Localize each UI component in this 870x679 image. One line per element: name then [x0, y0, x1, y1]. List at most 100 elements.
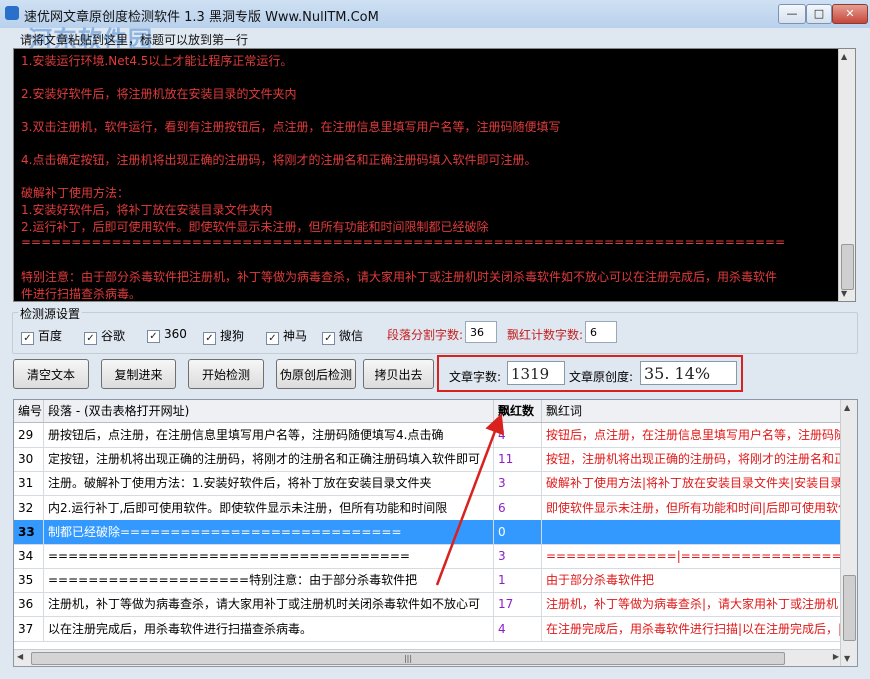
cell-paragraph: 以在注册完成后，用杀毒软件进行扫描查杀病毒。 — [44, 616, 494, 641]
scroll-right-icon[interactable]: ▶ — [833, 652, 839, 661]
checkmark-icon: ✓ — [203, 332, 216, 345]
console-line: 1.安装好软件后，将补丁放在安装目录文件夹内 — [21, 203, 273, 217]
checkbox-shenma[interactable]: ✓ 神马 — [266, 327, 307, 345]
cell-paragraph: 内2.运行补丁,后即可使用软件。即使软件显示未注册，但所有功能和时间限 — [44, 495, 494, 520]
cell-paragraph: ==================================== — [44, 544, 494, 568]
close-button[interactable]: ✕ — [832, 4, 868, 24]
cell-id: 35 — [14, 568, 44, 593]
table-v-scrollbar[interactable]: ▲ ▼ — [840, 400, 857, 666]
results-table[interactable]: 编号 段落 - (双击表格打开网址) 飘红数 飘红词 29 册按钮后，点注册，在注… — [13, 399, 858, 667]
cell-paragraph: 注册。破解补丁使用方法：1.安装好软件后，将补丁放在安装目录文件夹 — [44, 471, 494, 496]
scroll-up-icon[interactable]: ▲ — [841, 52, 847, 61]
console-line: 3.双击注册机，软件运行，看到有注册按钮后，点注册，在注册信息里填写用户名等，注… — [21, 120, 561, 134]
cell-paragraph: ====================特别注意：由于部分杀毒软件把 — [44, 568, 494, 593]
cell-id: 29 — [14, 423, 44, 447]
cell-red-count: 4 — [494, 616, 542, 641]
checkmark-icon: ✓ — [84, 332, 97, 345]
title-bar: 速优网文章原创度检测软件 1.3 黑洞专版 Www.NullTM.CoM 河东软… — [0, 0, 870, 54]
cell-red-words: =============|=================|= — [542, 544, 842, 568]
checkmark-icon: ✓ — [266, 332, 279, 345]
console-line: 件进行扫描查杀病毒。 — [21, 287, 142, 301]
checkmark-icon: ✓ — [322, 332, 335, 345]
cell-id: 30 — [14, 447, 44, 472]
word-count-label: 文章字数: — [449, 370, 502, 384]
cell-paragraph: 定按钮，注册机将出现正确的注册码，将刚才的注册名和正确注册码填入软件即可 — [44, 447, 494, 472]
cell-red-words: 注册机，补丁等做为病毒查杀|，请大家用补丁或注册机 — [542, 592, 842, 617]
header-id[interactable]: 编号 — [14, 400, 44, 422]
scroll-down-icon[interactable]: ▼ — [841, 289, 847, 298]
minimize-button[interactable]: — — [778, 4, 806, 24]
checkbox-360[interactable]: ✓ 360 — [147, 327, 187, 343]
cell-id: 34 — [14, 544, 44, 568]
paste-tip: 请将文章粘贴到这里，标题可以放到第一行 — [20, 33, 249, 47]
console-line: 2.安装好软件后，将注册机放在安装目录的文件夹内 — [21, 87, 297, 101]
table-row[interactable]: 29 册按钮后，点注册，在注册信息里填写用户名等，注册码随便填写4.点击确 4 按钮后… — [14, 423, 842, 448]
table-row[interactable]: 34 ==================================== 3 =… — [14, 544, 842, 569]
table-row[interactable]: 35 ====================特别注意：由于部分杀毒软件把 1 由于部… — [14, 568, 842, 594]
checkmark-icon: ✓ — [21, 332, 34, 345]
v-scroll-thumb[interactable] — [843, 575, 856, 641]
red-count-input[interactable]: 6 — [585, 321, 617, 343]
app-icon — [5, 6, 19, 20]
table-row[interactable]: 32 内2.运行补丁,后即可使用软件。即使软件显示未注册，但所有功能和时间限 6 即使… — [14, 495, 842, 521]
console-line: 破解补丁使用方法： — [21, 186, 130, 200]
table-row[interactable]: 30 定按钮，注册机将出现正确的注册码，将刚才的注册名和正确注册码填入软件即可 11… — [14, 447, 842, 473]
table-row[interactable]: 33 制都已经破除============================ 0 — [14, 519, 842, 545]
scroll-left-icon[interactable]: ◀ — [17, 652, 23, 661]
cell-red-count: 0 — [494, 519, 542, 544]
cell-id: 32 — [14, 495, 44, 520]
article-textarea[interactable]: 1.安装运行环境.Net4.5以上才能让程序正常运行。 2.安装好软件后，将注册… — [13, 48, 856, 302]
header-red-words[interactable]: 飘红词 — [542, 400, 842, 422]
console-scrollbar[interactable]: ▲ ▼ — [838, 49, 855, 301]
scroll-down-icon[interactable]: ▼ — [844, 654, 850, 663]
console-line: ========================================… — [21, 235, 786, 249]
table-row[interactable]: 31 注册。破解补丁使用方法：1.安装好软件后，将补丁放在安装目录文件夹 3 破解补丁… — [14, 471, 842, 497]
cell-red-count: 1 — [494, 568, 542, 593]
cell-red-words: 按钮后，点注册，在注册信息里填写用户名等，注册码随 — [542, 423, 842, 447]
start-check-button[interactable]: 开始检测 — [188, 359, 264, 389]
console-line: 1.安装运行环境.Net4.5以上才能让程序正常运行。 — [21, 54, 293, 68]
cell-red-words: 即使软件显示未注册，但所有功能和时间|后即可使用软件 — [542, 495, 842, 520]
originality-value: 35. 14% — [640, 361, 737, 385]
source-settings-label: 检测源设置 — [18, 305, 83, 322]
table-h-scrollbar[interactable]: ◀ ||| ▶ — [14, 649, 842, 666]
cell-red-count: 4 — [494, 423, 542, 447]
h-scroll-thumb[interactable]: ||| — [31, 652, 785, 665]
scroll-up-icon[interactable]: ▲ — [844, 403, 850, 412]
scroll-thumb[interactable] — [841, 244, 854, 290]
segment-label: 段落分割字数: — [387, 328, 464, 342]
header-red-count[interactable]: 飘红数 — [494, 400, 542, 422]
paste-in-button[interactable]: 复制进来 — [101, 359, 176, 389]
table-header: 编号 段落 - (双击表格打开网址) 飘红数 飘红词 — [14, 400, 857, 423]
console-line: 4.点击确定按钮，注册机将出现正确的注册码，将刚才的注册名和正确注册码填入软件即… — [21, 153, 537, 167]
checkmark-icon: ✓ — [147, 330, 160, 343]
pseudo-original-button[interactable]: 伪原创后检测 — [276, 359, 356, 389]
checkbox-sogou[interactable]: ✓ 搜狗 — [203, 327, 244, 345]
cell-id: 31 — [14, 471, 44, 496]
originality-label: 文章原创度: — [569, 370, 634, 384]
table-row[interactable]: 36 注册机，补丁等做为病毒查杀，请大家用补丁或注册机时关闭杀毒软件如不放心可 17… — [14, 592, 842, 618]
cell-id: 36 — [14, 592, 44, 617]
checkbox-weixin[interactable]: ✓ 微信 — [322, 327, 363, 345]
cell-red-count: 6 — [494, 495, 542, 520]
cell-paragraph: 注册机，补丁等做为病毒查杀，请大家用补丁或注册机时关闭杀毒软件如不放心可 — [44, 592, 494, 617]
table-row[interactable]: 37 以在注册完成后，用杀毒软件进行扫描查杀病毒。 4 在注册完成后，用杀毒软件进行扫… — [14, 616, 842, 642]
maximize-button[interactable]: □ — [806, 4, 832, 24]
cell-paragraph: 制都已经破除============================ — [44, 519, 494, 544]
cell-red-words: 在注册完成后，用杀毒软件进行扫描|以在注册完成后，| — [542, 616, 842, 641]
segment-input[interactable]: 36 — [465, 321, 497, 343]
console-line: 2.运行补丁，后即可使用软件。即使软件显示未注册，但所有功能和时间限制都已经破除 — [21, 220, 489, 234]
checkbox-baidu[interactable]: ✓ 百度 — [21, 327, 62, 345]
cell-red-count: 3 — [494, 544, 542, 568]
cell-red-count: 17 — [494, 592, 542, 617]
cell-red-words: 破解补丁使用方法|将补丁放在安装目录文件夹|安装目录 — [542, 471, 842, 496]
header-paragraph[interactable]: 段落 - (双击表格打开网址) — [44, 400, 494, 422]
clear-text-button[interactable]: 清空文本 — [13, 359, 89, 389]
cell-red-words — [542, 519, 842, 544]
cell-red-words: 由于部分杀毒软件把 — [542, 568, 842, 593]
cell-red-words: 按钮，注册机将出现正确的注册码，将刚才的注册名和正 — [542, 447, 842, 472]
cell-paragraph: 册按钮后，点注册，在注册信息里填写用户名等，注册码随便填写4.点击确 — [44, 423, 494, 447]
copy-out-button[interactable]: 拷贝出去 — [363, 359, 434, 389]
checkbox-google[interactable]: ✓ 谷歌 — [84, 327, 125, 345]
console-line: 特别注意：由于部分杀毒软件把注册机，补丁等做为病毒查杀，请大家用补丁或注册机时关… — [21, 270, 778, 284]
